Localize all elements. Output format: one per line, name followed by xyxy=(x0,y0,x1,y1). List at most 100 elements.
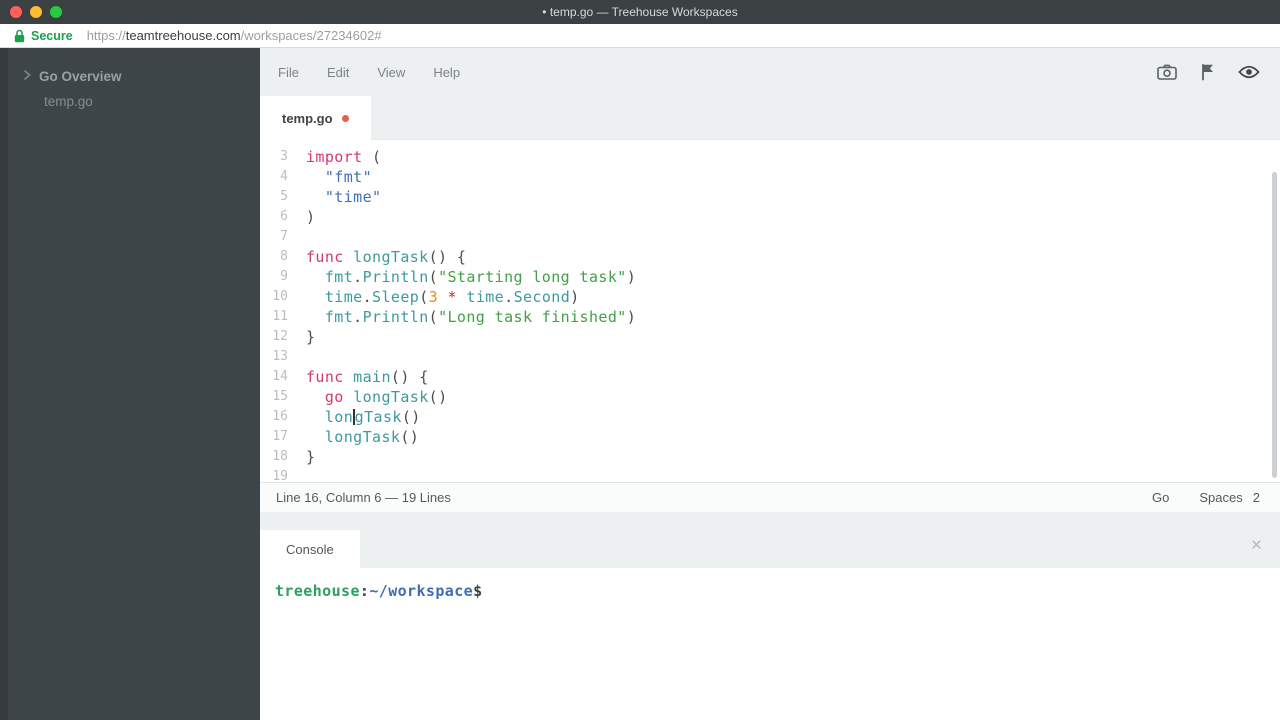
menu-bar: File Edit View Help xyxy=(260,48,1280,96)
prompt-colon: : xyxy=(360,582,369,600)
cursor-position-text: Line 16, Column 6 — 19 Lines xyxy=(276,490,451,505)
code-line[interactable]: 14 func main() { xyxy=(260,367,1280,387)
code-line[interactable]: 13 xyxy=(260,347,1280,367)
line-number: 12 xyxy=(260,327,288,347)
sidebar-item-temp-go[interactable]: temp.go xyxy=(8,89,260,114)
url-scheme: https:// xyxy=(87,28,126,43)
workspace-main: File Edit View Help xyxy=(260,48,1280,720)
terminal-prompt: treehouse:~/workspace$ xyxy=(275,582,1280,600)
line-number: 19 xyxy=(260,467,288,482)
eye-icon[interactable] xyxy=(1238,65,1260,79)
flag-icon[interactable] xyxy=(1201,63,1214,81)
code-text: } xyxy=(306,327,315,347)
camera-icon[interactable] xyxy=(1157,64,1177,80)
line-number: 3 xyxy=(260,147,288,167)
lock-icon xyxy=(14,29,25,43)
code-line[interactable]: 12} xyxy=(260,327,1280,347)
line-number: 13 xyxy=(260,347,288,367)
close-window-icon[interactable] xyxy=(10,6,22,18)
code-line[interactable]: 9 fmt.Println("Starting long task") xyxy=(260,267,1280,287)
menu-view[interactable]: View xyxy=(377,65,405,80)
line-number: 4 xyxy=(260,167,288,187)
indent-settings-button[interactable]: Spaces 2 xyxy=(1199,490,1260,505)
unsaved-dot-icon xyxy=(342,115,349,122)
code-line[interactable]: 7 xyxy=(260,227,1280,247)
console-tab-bar: Console × xyxy=(260,530,1280,568)
code-text: fmt.Println("Long task finished") xyxy=(306,307,636,327)
window-title: • temp.go — Treehouse Workspaces xyxy=(542,5,737,19)
code-text: fmt.Println("Starting long task") xyxy=(306,267,636,287)
address-text[interactable]: https://teamtreehouse.com/workspaces/272… xyxy=(87,28,382,43)
menu-file[interactable]: File xyxy=(278,65,299,80)
code-text: go longTask() xyxy=(306,387,448,407)
code-text: "time" xyxy=(306,187,381,207)
tab-console[interactable]: Console xyxy=(260,530,360,568)
indent-label: Spaces xyxy=(1199,490,1242,505)
code-line[interactable]: 5 "time" xyxy=(260,187,1280,207)
code-text: longTask() xyxy=(306,427,419,447)
code-line[interactable]: 15 go longTask() xyxy=(260,387,1280,407)
code-text: ) xyxy=(306,207,315,227)
code-line[interactable]: 17 longTask() xyxy=(260,427,1280,447)
code-line[interactable]: 10 time.Sleep(3 * time.Second) xyxy=(260,287,1280,307)
line-number: 11 xyxy=(260,307,288,327)
code-text: time.Sleep(3 * time.Second) xyxy=(306,287,580,307)
code-line[interactable]: 8 func longTask() { xyxy=(260,247,1280,267)
line-number: 6 xyxy=(260,207,288,227)
line-number: 8 xyxy=(260,247,288,267)
close-icon[interactable]: × xyxy=(1251,536,1262,555)
menu-toolbar-icons xyxy=(1157,63,1260,81)
code-editor[interactable]: 3import (4 "fmt"5 "time"6)78func longTas… xyxy=(260,140,1280,482)
code-area: 3import (4 "fmt"5 "time"6)78func longTas… xyxy=(260,147,1280,482)
line-number: 9 xyxy=(260,267,288,287)
url-domain: teamtreehouse.com xyxy=(126,28,241,43)
line-number: 18 xyxy=(260,447,288,467)
line-number: 5 xyxy=(260,187,288,207)
code-text: "fmt" xyxy=(306,167,372,187)
menu-help[interactable]: Help xyxy=(433,65,460,80)
line-number: 10 xyxy=(260,287,288,307)
chevron-right-icon xyxy=(23,69,31,84)
terminal-output[interactable]: treehouse:~/workspace$ xyxy=(260,568,1280,720)
url-path: /workspaces/27234602# xyxy=(241,28,382,43)
console-tab-label: Console xyxy=(286,542,334,557)
browser-window: • temp.go — Treehouse Workspaces Secure … xyxy=(0,0,1280,720)
code-line[interactable]: 6) xyxy=(260,207,1280,227)
sidebar-item-go-overview[interactable]: Go Overview xyxy=(8,64,260,89)
secure-label: Secure xyxy=(31,29,73,43)
code-text: func longTask() { xyxy=(306,247,466,267)
prompt-path: ~/workspace xyxy=(369,582,473,600)
menu-edit[interactable]: Edit xyxy=(327,65,349,80)
language-mode-button[interactable]: Go xyxy=(1152,490,1169,505)
panel-divider xyxy=(260,512,1280,530)
editor-scrollbar[interactable] xyxy=(1272,172,1277,478)
code-line[interactable]: 16 longTask() xyxy=(260,407,1280,427)
code-text: } xyxy=(306,447,315,467)
editor-tab-bar: temp.go xyxy=(260,96,1280,140)
line-number: 16 xyxy=(260,407,288,427)
titlebar: • temp.go — Treehouse Workspaces xyxy=(0,0,1280,24)
editor-status-bar: Line 16, Column 6 — 19 Lines Go Spaces 2 xyxy=(260,482,1280,512)
sidebar-item-label: temp.go xyxy=(44,94,93,109)
code-line[interactable]: 3 import ( xyxy=(260,147,1280,167)
code-line[interactable]: 11 fmt.Println("Long task finished") xyxy=(260,307,1280,327)
url-bar[interactable]: Secure https://teamtreehouse.com/workspa… xyxy=(0,24,1280,48)
code-line[interactable]: 18} xyxy=(260,447,1280,467)
line-number: 17 xyxy=(260,427,288,447)
code-text: func main() { xyxy=(306,367,429,387)
prompt-user: treehouse xyxy=(275,582,360,600)
indent-value: 2 xyxy=(1253,490,1260,505)
code-line[interactable]: 19 xyxy=(260,467,1280,482)
tab-temp-go[interactable]: temp.go xyxy=(260,96,371,141)
line-number: 14 xyxy=(260,367,288,387)
code-line[interactable]: 4 "fmt" xyxy=(260,167,1280,187)
minimize-window-icon[interactable] xyxy=(30,6,42,18)
line-number: 15 xyxy=(260,387,288,407)
window-controls xyxy=(10,6,62,18)
code-text: import ( xyxy=(306,147,381,167)
prompt-dollar: $ xyxy=(473,582,482,600)
tab-label: temp.go xyxy=(282,111,333,126)
zoom-window-icon[interactable] xyxy=(50,6,62,18)
file-sidebar: Go Overview temp.go xyxy=(0,48,260,720)
code-text: longTask() xyxy=(306,407,421,427)
